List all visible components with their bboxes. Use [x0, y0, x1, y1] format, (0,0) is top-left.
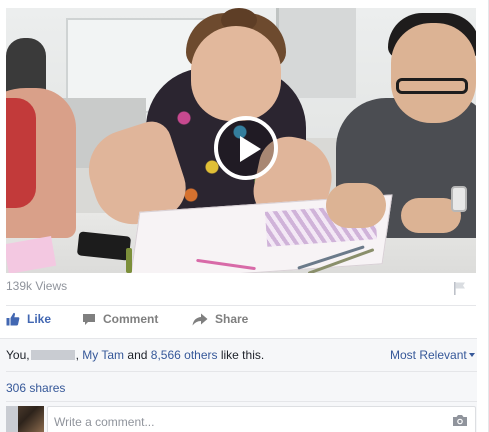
likes-summary: You,, My Tam and 8,566 others like this. [6, 348, 265, 362]
thumbs-up-icon [6, 312, 20, 326]
play-icon [240, 136, 261, 162]
comment-button[interactable]: Comment [82, 312, 158, 326]
shares-link[interactable]: 306 shares [6, 381, 65, 395]
sort-dropdown[interactable]: Most Relevant [390, 348, 475, 362]
share-label: Share [215, 312, 249, 326]
divider [6, 401, 477, 402]
divider [6, 371, 477, 372]
flag-icon[interactable] [453, 281, 467, 295]
likes-suffix: like this. [220, 348, 265, 362]
likes-prefix: You, [6, 348, 30, 362]
likes-connector: and [127, 348, 148, 362]
like-button[interactable]: Like [6, 312, 51, 326]
share-arrow-icon [192, 313, 208, 326]
view-count: 139k Views [6, 279, 68, 293]
share-button[interactable]: Share [192, 312, 248, 326]
sort-label: Most Relevant [390, 348, 467, 362]
comment-input[interactable]: Write a comment... [47, 406, 476, 432]
divider [6, 305, 476, 306]
play-button[interactable] [214, 116, 278, 180]
friend-link[interactable]: My Tam [82, 348, 124, 362]
avatar[interactable] [6, 406, 44, 432]
comment-label: Comment [103, 312, 159, 326]
like-label: Like [27, 312, 52, 326]
comment-placeholder: Write a comment... [54, 415, 155, 429]
caret-down-icon [468, 353, 475, 357]
video-player[interactable] [6, 8, 476, 273]
redacted-name [30, 350, 75, 360]
camera-icon[interactable] [452, 414, 468, 427]
speech-bubble-icon [82, 313, 96, 326]
post-card: 139k Views Like Comment Share You, , My … [0, 0, 489, 432]
others-link[interactable]: 8,566 others [151, 348, 218, 362]
